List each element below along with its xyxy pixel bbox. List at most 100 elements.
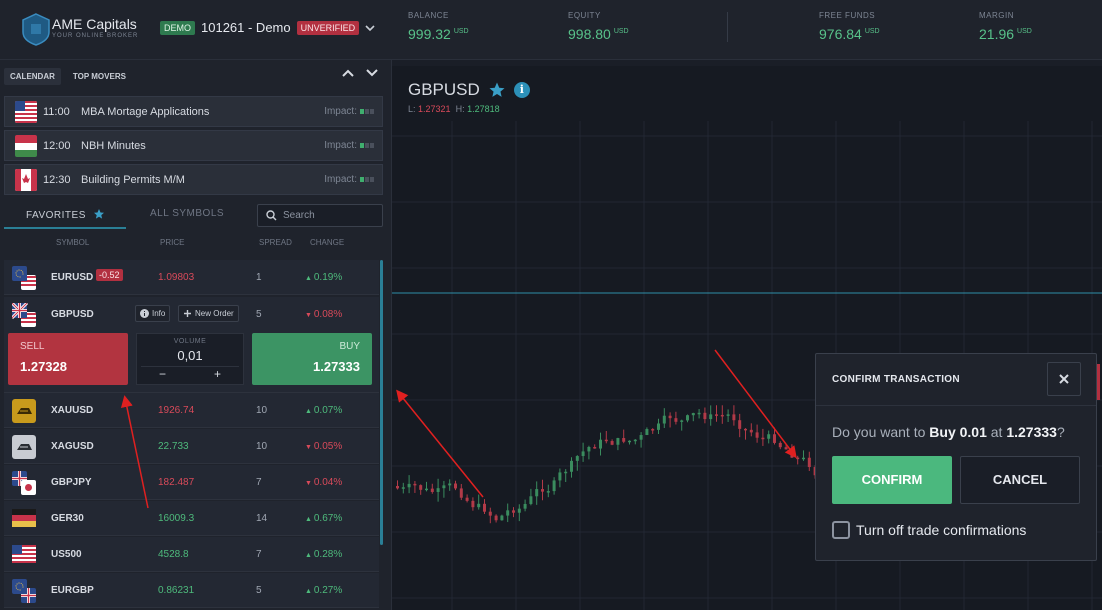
candle-body <box>419 485 423 490</box>
candle-body <box>570 460 573 472</box>
symbol-name: GBPUSD <box>51 309 94 320</box>
symbol-change: 0.05% <box>305 441 342 452</box>
symbol-spread: 14 <box>256 513 268 524</box>
candle-body <box>506 510 510 516</box>
search-placeholder: Search <box>283 210 315 221</box>
gold-bar-icon <box>12 399 36 423</box>
symbol-spread: 1 <box>256 272 262 283</box>
candle-body <box>442 485 446 489</box>
symbol-price: 1926.74 <box>158 405 195 416</box>
sell-button[interactable]: SELL 1.27328 <box>8 333 128 385</box>
event-impact: Impact: <box>324 106 374 117</box>
confirm-transaction-dialog: CONFIRM TRANSACTION Do you want to Buy 0… <box>815 353 1097 561</box>
close-button[interactable] <box>1047 362 1081 396</box>
candle-body <box>488 511 492 516</box>
equity-value: 998.80 USD <box>568 26 629 42</box>
account-selector[interactable]: DEMO 101261 - Demo UNVERIFIED <box>160 20 375 35</box>
us-flag-icon <box>12 545 36 563</box>
col-change: CHANGE <box>310 238 345 247</box>
candle-body <box>633 439 637 442</box>
symbol-spread: 7 <box>256 477 262 488</box>
info-button[interactable]: Info <box>135 305 171 322</box>
collapse-controls <box>341 68 379 78</box>
chevron-down-icon[interactable] <box>365 68 379 78</box>
candle-body <box>662 415 666 424</box>
candle-body <box>610 441 614 445</box>
divider <box>141 366 239 367</box>
table-row[interactable]: XAGUSD 22.733 10 0.05% <box>4 429 379 464</box>
symbol-spread: 7 <box>256 549 262 560</box>
candle-body <box>465 497 469 501</box>
candle-body <box>587 446 591 452</box>
tab-all-symbols[interactable]: ALL SYMBOLS <box>150 208 224 219</box>
margin-value: 21.96 USD <box>979 26 1032 42</box>
scrollbar[interactable] <box>380 260 383 545</box>
trade-confirmations-toggle[interactable]: Turn off trade confirmations <box>832 521 1026 539</box>
demo-badge: DEMO <box>160 20 195 35</box>
new-order-button[interactable]: New Order <box>178 305 239 322</box>
table-row[interactable]: US500 4528.8 7 0.28% <box>4 537 379 572</box>
candle-body <box>541 489 544 492</box>
tab-calendar[interactable]: CALENDAR <box>4 68 61 85</box>
volume-stepper[interactable]: VOLUME 0,01 − + <box>136 333 244 385</box>
plus-icon <box>184 310 191 317</box>
eur-gbp-flags-icon <box>12 579 36 603</box>
candle-body <box>512 510 515 513</box>
tab-favorites[interactable]: FAVORITES <box>26 208 105 221</box>
candle-body <box>651 429 655 431</box>
confirm-question: Do you want to Buy 0.01 at 1.27333? <box>832 424 1065 440</box>
candle-body <box>500 515 504 521</box>
search-input[interactable]: Search <box>257 204 383 227</box>
candle-body <box>581 451 585 457</box>
table-row[interactable]: EURGBP 0.86231 5 0.27% <box>4 573 379 608</box>
volume-increase-button[interactable]: + <box>214 367 221 381</box>
candle-body <box>680 420 684 422</box>
candle-body <box>430 488 434 492</box>
volume-decrease-button[interactable]: − <box>159 367 166 381</box>
volume-value[interactable]: 0,01 <box>137 348 243 363</box>
chevron-down-icon[interactable] <box>365 23 375 33</box>
equity-stat: EQUITY 998.80 USD <box>568 11 629 42</box>
candle-body <box>396 486 399 489</box>
chevron-up-icon[interactable] <box>341 68 355 78</box>
confirm-button[interactable]: CONFIRM <box>832 456 952 504</box>
event-impact: Impact: <box>324 174 374 185</box>
table-row[interactable]: GER30 16009.3 14 0.67% <box>4 501 379 536</box>
candle-body <box>790 449 794 458</box>
left-panel: CALENDAR TOP MOVERS 11:00 MBA Mortage Ap… <box>0 60 392 610</box>
germany-flag-icon <box>12 509 36 527</box>
symbol-change: 0.27% <box>305 585 342 596</box>
candle-body <box>726 414 730 416</box>
candle-body <box>784 447 788 450</box>
table-row[interactable]: GBPJPY 182.487 7 0.04% <box>4 465 379 500</box>
candle-body <box>425 488 428 491</box>
table-row[interactable]: XAUUSD 1926.74 10 0.07% <box>4 393 379 428</box>
symbol-name: US500 <box>51 549 82 560</box>
calendar-event[interactable]: 12:00 NBH Minutes Impact: <box>4 130 383 161</box>
col-symbol: SYMBOL <box>56 238 90 247</box>
table-row[interactable]: EURUSD -0.52 1.09803 1 0.19% <box>4 260 379 295</box>
candle-body <box>454 483 457 489</box>
checkbox[interactable] <box>832 521 850 539</box>
event-title: Building Permits M/M <box>81 173 185 186</box>
candle-body <box>709 414 713 420</box>
candle-body <box>773 434 776 443</box>
candle-body <box>715 414 718 416</box>
tab-top-movers[interactable]: TOP MOVERS <box>67 68 132 85</box>
calendar-event[interactable]: 11:00 MBA Mortage Applications Impact: <box>4 96 383 127</box>
gbp-usd-flags-icon <box>12 303 36 327</box>
symbol-spread: 10 <box>256 405 268 416</box>
unverified-badge: UNVERIFIED <box>296 20 360 35</box>
candle-body <box>744 428 747 431</box>
symbol-price: 22.733 <box>158 441 189 452</box>
symbol-name: EURUSD <box>51 272 94 283</box>
symbol-name: XAUUSD <box>51 405 94 416</box>
candle-body <box>720 414 724 417</box>
calendar-event[interactable]: 12:30 Building Permits M/M Impact: <box>4 164 383 195</box>
buy-button[interactable]: BUY 1.27333 <box>252 333 372 385</box>
margin-stat: MARGIN 21.96 USD <box>979 11 1032 42</box>
impact-bars-icon <box>360 109 374 114</box>
candle-body <box>738 420 742 429</box>
free-funds-label: FREE FUNDS <box>819 11 876 20</box>
cancel-button[interactable]: CANCEL <box>960 456 1080 504</box>
